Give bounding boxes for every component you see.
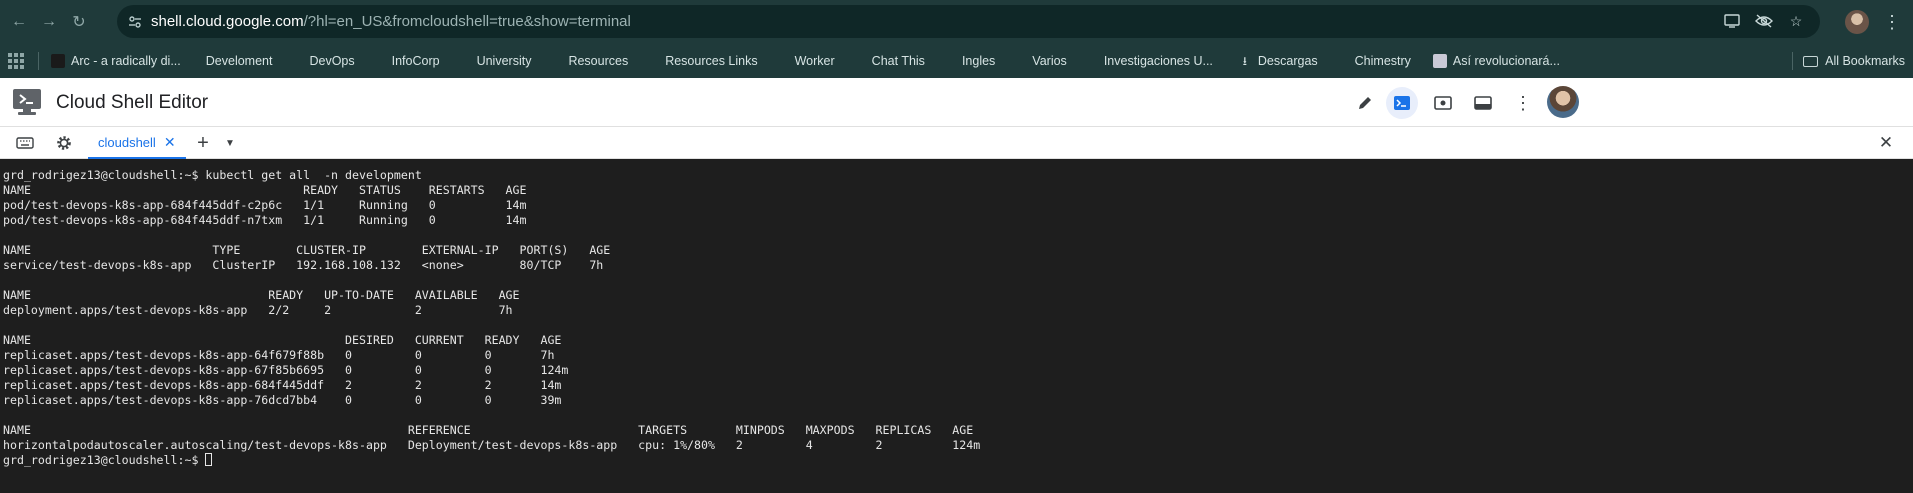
forward-arrow-icon[interactable]: → xyxy=(36,9,62,35)
terminal-prompt-line[interactable]: grd_rodrigez13@cloudshell:~$ xyxy=(3,453,1913,468)
site-favicon-icon xyxy=(51,53,65,68)
bookmark-item[interactable]: University xyxy=(477,54,532,68)
bookmark-label: University xyxy=(476,53,532,68)
bookmark-item[interactable]: Varios xyxy=(1032,54,1067,68)
bookmark-label: Investigaciones U... xyxy=(1103,53,1213,68)
close-tab-icon[interactable]: ✕ xyxy=(164,135,176,149)
bookmark-label: Develoment xyxy=(205,53,273,68)
page-title: Cloud Shell Editor xyxy=(56,92,209,113)
web-preview-icon[interactable] xyxy=(1427,87,1459,119)
layout-panel-icon[interactable] xyxy=(1467,87,1499,119)
terminal-line: service/test-devops-k8s-app ClusterIP 19… xyxy=(3,258,604,272)
more-options-icon[interactable]: ⋮ xyxy=(1507,87,1539,119)
terminal-line: grd_rodrigez13@cloudshell:~$ kubectl get… xyxy=(3,168,422,182)
terminal-line: replicaset.apps/test-devops-k8s-app-76dc… xyxy=(3,393,562,407)
bookmark-label: DevOps xyxy=(309,53,355,68)
add-tab-icon[interactable]: + xyxy=(192,132,214,154)
open-editor-pencil-icon[interactable] xyxy=(1349,87,1381,119)
bookmark-label: Varios xyxy=(1032,53,1067,68)
bookmark-item[interactable]: DevOps xyxy=(309,54,354,68)
bookmark-label: Así revolucionará... xyxy=(1452,53,1560,68)
terminal-line: deployment.apps/test-devops-k8s-app 2/2 … xyxy=(3,303,513,317)
browser-profile-avatar[interactable] xyxy=(1845,10,1869,34)
terminal-line: pod/test-devops-k8s-app-684f445ddf-c2p6c… xyxy=(3,198,527,212)
terminal-line: pod/test-devops-k8s-app-684f445ddf-n7txm… xyxy=(3,213,527,227)
bookmark-item[interactable]: ⭳ Descargas xyxy=(1238,54,1318,68)
bookmarks-divider xyxy=(38,51,39,70)
bookmark-item[interactable]: Worker xyxy=(795,54,835,68)
user-avatar[interactable] xyxy=(1547,86,1579,118)
install-app-icon[interactable] xyxy=(1722,11,1742,31)
bookmark-item[interactable]: InfoCorp xyxy=(392,54,440,68)
all-bookmarks-label: All Bookmarks xyxy=(1825,54,1905,68)
bookmark-item[interactable]: Así revolucionará... xyxy=(1432,53,1560,68)
terminal-tab-bar: cloudshell ✕ + ▼ ✕ xyxy=(0,127,1913,159)
terminal-line: NAME REFERENCE TARGETS MINPODS MAXPODS R… xyxy=(3,423,974,437)
bookmarks-bar: Arc - a radically di... Develoment DevOps I… xyxy=(0,43,1913,78)
bookmark-label: Ingles xyxy=(961,53,996,68)
bookmark-label: Chimestry xyxy=(1354,53,1411,68)
bookmark-list: Arc - a radically di... Develoment DevOps I… xyxy=(51,53,1560,68)
url-domain: shell.cloud.google.com xyxy=(151,13,304,30)
browser-menu-icon[interactable]: ⋮ xyxy=(1882,10,1902,34)
download-icon: ⭳ xyxy=(1242,53,1247,68)
all-bookmarks-divider xyxy=(1792,52,1794,70)
eye-off-icon[interactable] xyxy=(1754,11,1774,31)
bookmark-item[interactable]: Ingles xyxy=(962,54,995,68)
site-settings-icon[interactable] xyxy=(125,12,145,32)
address-bar[interactable]: shell.cloud.google.com/?hl=en_US&fromclo… xyxy=(117,5,1820,38)
terminal-prompt: grd_rodrigez13@cloudshell:~$ xyxy=(3,453,206,467)
terminal-output[interactable]: grd_rodrigez13@cloudshell:~$ kubectl get… xyxy=(0,160,1913,493)
apps-grid-icon[interactable] xyxy=(8,52,24,69)
terminal-toggle-icon[interactable] xyxy=(1386,87,1418,119)
terminal-line: NAME READY UP-TO-DATE AVAILABLE AGE xyxy=(3,288,520,302)
terminal-line: replicaset.apps/test-devops-k8s-app-67f8… xyxy=(3,363,569,377)
reload-icon[interactable]: ↻ xyxy=(66,9,92,35)
bookmark-item[interactable]: Arc - a radically di... xyxy=(51,53,181,68)
bookmark-label: Descargas xyxy=(1257,53,1318,68)
browser-toolbar: ← → ↻ shell.cloud.google.com/?hl=en_US&f… xyxy=(0,0,1913,43)
bookmark-item[interactable]: Chat This xyxy=(872,54,925,68)
bookmark-item[interactable]: Resources Links xyxy=(665,54,757,68)
site-favicon-icon xyxy=(1432,53,1447,68)
chevron-down-icon[interactable]: ▼ xyxy=(219,132,241,154)
url-text: shell.cloud.google.com/?hl=en_US&fromclo… xyxy=(151,13,631,30)
terminal-line: NAME DESIRED CURRENT READY AGE xyxy=(3,333,562,347)
cloud-shell-logo-icon xyxy=(13,89,41,115)
bookmark-label: InfoCorp xyxy=(391,53,440,68)
tab-label: cloudshell xyxy=(98,134,156,150)
bookmark-label: Chat This xyxy=(871,53,925,68)
bookmark-star-icon[interactable]: ☆ xyxy=(1786,11,1806,31)
terminal-line: replicaset.apps/test-devops-k8s-app-684f… xyxy=(3,378,562,392)
tab-cloudshell[interactable]: cloudshell ✕ xyxy=(88,127,186,159)
url-path: /?hl=en_US&fromcloudshell=true&show=term… xyxy=(303,13,631,30)
editor-header: Cloud Shell Editor ⋮ xyxy=(0,78,1913,127)
bookmark-label: Resources Links xyxy=(665,53,758,68)
back-arrow-icon[interactable]: ← xyxy=(6,9,32,35)
terminal-line: NAME READY STATUS RESTARTS AGE xyxy=(3,183,527,197)
bookmark-item[interactable]: Chimestry xyxy=(1355,54,1411,68)
terminal-line: horizontalpodautoscaler.autoscaling/test… xyxy=(3,438,981,452)
terminal-cursor xyxy=(205,453,213,466)
bookmark-item[interactable]: Investigaciones U... xyxy=(1104,54,1213,68)
close-panel-icon[interactable]: ✕ xyxy=(1875,132,1897,154)
bookmark-label: Arc - a radically di... xyxy=(71,53,181,68)
folder-icon xyxy=(1803,55,1819,67)
settings-gear-icon[interactable] xyxy=(53,132,75,154)
terminal-line: NAME TYPE CLUSTER-IP EXTERNAL-IP PORT(S)… xyxy=(3,243,611,257)
terminal-line: replicaset.apps/test-devops-k8s-app-64f6… xyxy=(3,348,555,362)
bookmark-item[interactable]: Resources xyxy=(568,54,628,68)
all-bookmarks-button[interactable]: All Bookmarks xyxy=(1792,52,1905,70)
keyboard-icon[interactable] xyxy=(14,132,36,154)
bookmark-item[interactable]: Develoment xyxy=(206,54,273,68)
terminal-lines: grd_rodrigez13@cloudshell:~$ kubectl get… xyxy=(3,168,1913,453)
bookmark-label: Resources xyxy=(568,53,629,68)
bookmark-label: Worker xyxy=(794,53,835,68)
